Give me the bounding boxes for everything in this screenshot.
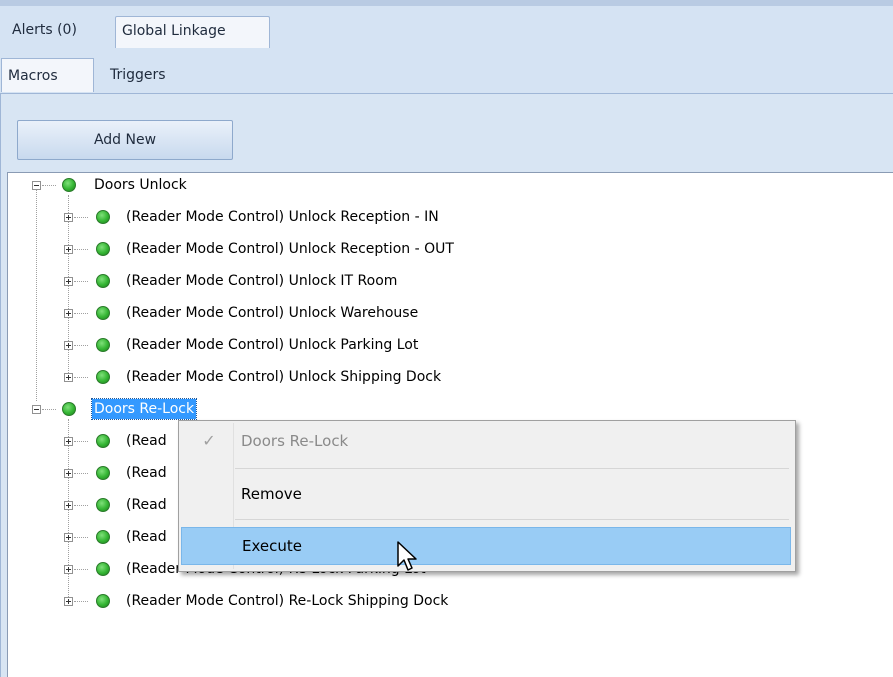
plus-box-icon[interactable] bbox=[64, 341, 73, 350]
menu-separator bbox=[235, 468, 789, 469]
green-circle-icon bbox=[62, 402, 76, 416]
tree-connector bbox=[74, 313, 88, 314]
green-circle-icon bbox=[96, 210, 110, 224]
green-circle-icon bbox=[96, 274, 110, 288]
tree-connector bbox=[42, 409, 56, 410]
tree-item-label: (Reader Mode Control) Re-Lock Shipping D… bbox=[126, 593, 449, 609]
plus-box-icon[interactable] bbox=[64, 597, 73, 606]
tree-connector bbox=[74, 345, 88, 346]
tree-item-label: (Read bbox=[126, 497, 167, 513]
checkmark-icon: ✓ bbox=[202, 431, 216, 450]
tab-triggers[interactable]: Triggers bbox=[104, 58, 172, 92]
tree-item[interactable]: (Reader Mode Control) Unlock Shipping Do… bbox=[8, 365, 888, 389]
tree-item[interactable]: (Reader Mode Control) Unlock Warehouse bbox=[8, 301, 888, 325]
plus-box-icon[interactable] bbox=[64, 501, 73, 510]
tree-group-doors-unlock[interactable]: Doors Unlock bbox=[8, 173, 888, 197]
tree-connector bbox=[42, 185, 56, 186]
tree-item-label: (Reader Mode Control) Unlock Warehouse bbox=[126, 305, 419, 321]
tree-group-label-selected: Doors Re-Lock bbox=[90, 398, 198, 420]
tree-item[interactable]: (Reader Mode Control) Unlock IT Room bbox=[8, 269, 888, 293]
tree-item-label: (Reader Mode Control) Unlock IT Room bbox=[126, 273, 398, 289]
plus-box-icon[interactable] bbox=[64, 277, 73, 286]
tree-connector bbox=[74, 537, 88, 538]
context-menu: ✓ Doors Re-Lock Remove Execute bbox=[178, 420, 796, 572]
tree-group-doors-relock[interactable]: Doors Re-Lock bbox=[8, 397, 888, 421]
tree-connector bbox=[74, 217, 88, 218]
tree-connector bbox=[74, 281, 88, 282]
tree-group-label: Doors Unlock bbox=[94, 177, 187, 193]
tab-macros[interactable]: Macros bbox=[1, 58, 94, 92]
tree-connector bbox=[74, 505, 88, 506]
tree-item[interactable]: (Reader Mode Control) Re-Lock Shipping D… bbox=[8, 589, 888, 613]
plus-box-icon[interactable] bbox=[64, 309, 73, 318]
green-circle-icon bbox=[96, 594, 110, 608]
tab-global-linkage[interactable]: Global Linkage bbox=[115, 16, 270, 48]
menu-item-remove[interactable]: Remove bbox=[181, 478, 791, 510]
menu-execute-label: Execute bbox=[242, 537, 302, 555]
plus-box-icon[interactable] bbox=[64, 469, 73, 478]
plus-box-icon[interactable] bbox=[64, 245, 73, 254]
tree-connector bbox=[74, 473, 88, 474]
minus-box-icon[interactable] bbox=[32, 405, 41, 414]
menu-item-execute[interactable]: Execute bbox=[181, 527, 791, 565]
menu-separator bbox=[235, 519, 789, 520]
plus-box-icon[interactable] bbox=[64, 373, 73, 382]
green-circle-icon bbox=[96, 530, 110, 544]
plus-box-icon[interactable] bbox=[64, 533, 73, 542]
tree-connector bbox=[74, 249, 88, 250]
green-circle-icon bbox=[96, 466, 110, 480]
tree-item-label: (Read bbox=[126, 529, 167, 545]
menu-remove-label: Remove bbox=[241, 485, 302, 503]
green-circle-icon bbox=[96, 370, 110, 384]
macros-panel: Add New Doors Unlock (Reader Mode Contro… bbox=[0, 94, 893, 677]
tree-item-label: (Reader Mode Control) Unlock Shipping Do… bbox=[126, 369, 442, 385]
tree-item-label: (Reader Mode Control) Unlock Reception -… bbox=[126, 241, 454, 257]
plus-box-icon[interactable] bbox=[64, 213, 73, 222]
menu-item-title: ✓ Doors Re-Lock bbox=[181, 425, 791, 457]
menu-title-label: Doors Re-Lock bbox=[241, 432, 349, 450]
tree-connector bbox=[74, 569, 88, 570]
minus-box-icon[interactable] bbox=[32, 181, 41, 190]
green-circle-icon bbox=[96, 434, 110, 448]
tree-item[interactable]: (Reader Mode Control) Unlock Parking Lot bbox=[8, 333, 888, 357]
green-circle-icon bbox=[96, 562, 110, 576]
tree-item[interactable]: (Reader Mode Control) Unlock Reception -… bbox=[8, 205, 888, 229]
tree-item-label: (Read bbox=[126, 465, 167, 481]
tree-connector bbox=[74, 377, 88, 378]
tree-item-label: (Read bbox=[126, 433, 167, 449]
green-circle-icon bbox=[96, 242, 110, 256]
tree-connector bbox=[74, 441, 88, 442]
arrow-cursor-icon bbox=[397, 541, 417, 571]
plus-box-icon[interactable] bbox=[64, 565, 73, 574]
add-new-button[interactable]: Add New bbox=[17, 120, 233, 160]
green-circle-icon bbox=[96, 306, 110, 320]
green-circle-icon bbox=[62, 178, 76, 192]
tree-item[interactable]: (Reader Mode Control) Unlock Reception -… bbox=[8, 237, 888, 261]
green-circle-icon bbox=[96, 498, 110, 512]
tree-connector bbox=[74, 601, 88, 602]
sub-tab-strip: Macros Triggers bbox=[0, 56, 893, 94]
tree-item-label: (Reader Mode Control) Unlock Reception -… bbox=[126, 209, 439, 225]
tab-alerts[interactable]: Alerts (0) bbox=[6, 16, 83, 46]
green-circle-icon bbox=[96, 338, 110, 352]
tree-item-label: (Reader Mode Control) Unlock Parking Lot bbox=[126, 337, 419, 353]
plus-box-icon[interactable] bbox=[64, 437, 73, 446]
top-tab-strip: Alerts (0) Global Linkage bbox=[0, 0, 893, 56]
